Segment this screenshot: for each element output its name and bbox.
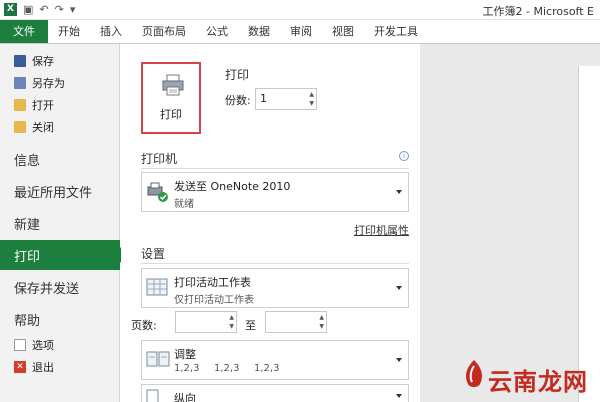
tab-developer[interactable]: 开发工具 (364, 20, 428, 43)
copies-label: 份数: (225, 94, 251, 107)
nav-exit[interactable]: ✕ 退出 (0, 356, 120, 378)
tab-review[interactable]: 审阅 (280, 20, 322, 43)
printer-status-icon (147, 182, 168, 202)
chevron-down-icon (396, 358, 402, 362)
nav-save-label: 保存 (32, 55, 54, 68)
nav-help[interactable]: 帮助 (0, 304, 120, 334)
collate-title: 调整 (174, 348, 196, 361)
settings-divider (141, 263, 409, 264)
printer-properties-link[interactable]: 打印机属性 (354, 222, 409, 238)
collate-desc-3: 1,2,3 (254, 363, 280, 374)
print-button[interactable]: 打印 (141, 62, 201, 134)
print-panel: 打印 打印 份数: 1 ▲ ▼ 打印机 i 发送至 OneNote 2010 就绪… (121, 44, 420, 402)
print-section-title: 打印 (225, 68, 250, 82)
watermark-logo-icon (466, 360, 482, 387)
printer-status: 就绪 (174, 199, 194, 210)
collate-dropdown[interactable]: 调整 1,2,3 1,2,3 1,2,3 (141, 340, 409, 380)
options-icon (14, 339, 26, 351)
title-bar: X ▣ ↶ ↷ ▾ 工作簿2 - Microsoft E (0, 0, 600, 20)
tab-data[interactable]: 数据 (238, 20, 280, 43)
spin-arrows-icon[interactable]: ▲ ▼ (229, 313, 234, 331)
nav-new[interactable]: 新建 (0, 208, 120, 238)
collate-icon (146, 351, 170, 367)
window-title: 工作簿2 - Microsoft E (482, 5, 594, 18)
print-scope-dropdown[interactable]: 打印活动工作表 仅打印活动工作表 (141, 268, 409, 308)
nav-options-label: 选项 (32, 339, 54, 352)
print-scope-title: 打印活动工作表 (174, 276, 251, 289)
collate-desc-2: 1,2,3 (214, 363, 240, 374)
page-from-stepper[interactable]: ▲ ▼ (175, 311, 237, 333)
nav-close-label: 关闭 (32, 121, 54, 134)
spin-arrows-icon[interactable]: ▲ ▼ (309, 90, 314, 108)
chevron-down-icon (396, 286, 402, 290)
printer-name: 发送至 OneNote 2010 (174, 180, 291, 193)
qat-save-icon[interactable]: ▣ (23, 3, 33, 16)
to-label: 至 (245, 319, 256, 332)
ribbon-tabs: 文件 开始 插入 页面布局 公式 数据 审阅 视图 开发工具 (0, 20, 600, 44)
printer-icon (162, 74, 184, 96)
backstage-nav: 保存 另存为 打开 关闭 信息 最近所用文件 新建 打印 保存并发送 帮助 选项… (0, 44, 128, 402)
nav-save-as[interactable]: 另存为 (0, 72, 120, 94)
nav-save[interactable]: 保存 (0, 50, 120, 72)
tab-file[interactable]: 文件 (0, 20, 48, 43)
nav-recent[interactable]: 最近所用文件 (0, 176, 120, 206)
nav-print[interactable]: 打印 (0, 240, 128, 270)
nav-save-send[interactable]: 保存并发送 (0, 272, 120, 302)
info-icon[interactable]: i (399, 151, 409, 161)
save-icon (14, 55, 26, 67)
customize-qat-icon[interactable]: ▾ (70, 3, 76, 16)
nav-open[interactable]: 打开 (0, 94, 120, 116)
tab-insert[interactable]: 插入 (90, 20, 132, 43)
quick-access-toolbar: X ▣ ↶ ↷ ▾ (4, 3, 75, 16)
chevron-down-icon (396, 190, 402, 194)
exit-icon: ✕ (14, 361, 26, 373)
nav-save-as-label: 另存为 (32, 77, 65, 90)
worksheet-icon (146, 278, 168, 296)
tab-home[interactable]: 开始 (48, 20, 90, 43)
watermark-text: 云南龙网 (488, 368, 588, 396)
excel-logo-icon: X (4, 3, 17, 16)
copies-stepper[interactable]: 1 ▲ ▼ (255, 88, 317, 110)
printer-section-title: 打印机 (141, 152, 178, 166)
spin-arrows-icon[interactable]: ▲ ▼ (319, 313, 324, 331)
copies-value: 1 (260, 92, 267, 105)
printer-dropdown[interactable]: 发送至 OneNote 2010 就绪 (141, 172, 409, 212)
nav-open-label: 打开 (32, 99, 54, 112)
nav-info[interactable]: 信息 (0, 144, 120, 174)
tab-view[interactable]: 视图 (322, 20, 364, 43)
nav-close[interactable]: 关闭 (0, 116, 120, 138)
settings-section-title: 设置 (141, 247, 166, 261)
nav-options[interactable]: 选项 (0, 334, 120, 356)
page-to-stepper[interactable]: ▲ ▼ (265, 311, 327, 333)
watermark: 云南龙网 (460, 350, 600, 400)
print-scope-desc: 仅打印活动工作表 (174, 295, 254, 306)
tab-formulas[interactable]: 公式 (196, 20, 238, 43)
redo-icon[interactable]: ↷ (55, 3, 64, 16)
orientation-dropdown[interactable]: 纵向 (141, 384, 409, 402)
printer-divider (141, 168, 409, 169)
print-preview-area (420, 44, 600, 402)
chevron-down-icon (396, 394, 402, 398)
print-button-label: 打印 (160, 108, 182, 121)
pages-label: 页数: (131, 319, 157, 332)
nav-exit-label: 退出 (32, 361, 54, 374)
portrait-page-icon (146, 389, 159, 402)
tab-page-layout[interactable]: 页面布局 (132, 20, 196, 43)
close-folder-icon (14, 121, 26, 133)
save-as-icon (14, 77, 26, 89)
open-folder-icon (14, 99, 26, 111)
collate-desc-1: 1,2,3 (174, 363, 200, 374)
orientation-title: 纵向 (174, 392, 196, 402)
undo-icon[interactable]: ↶ (39, 3, 48, 16)
